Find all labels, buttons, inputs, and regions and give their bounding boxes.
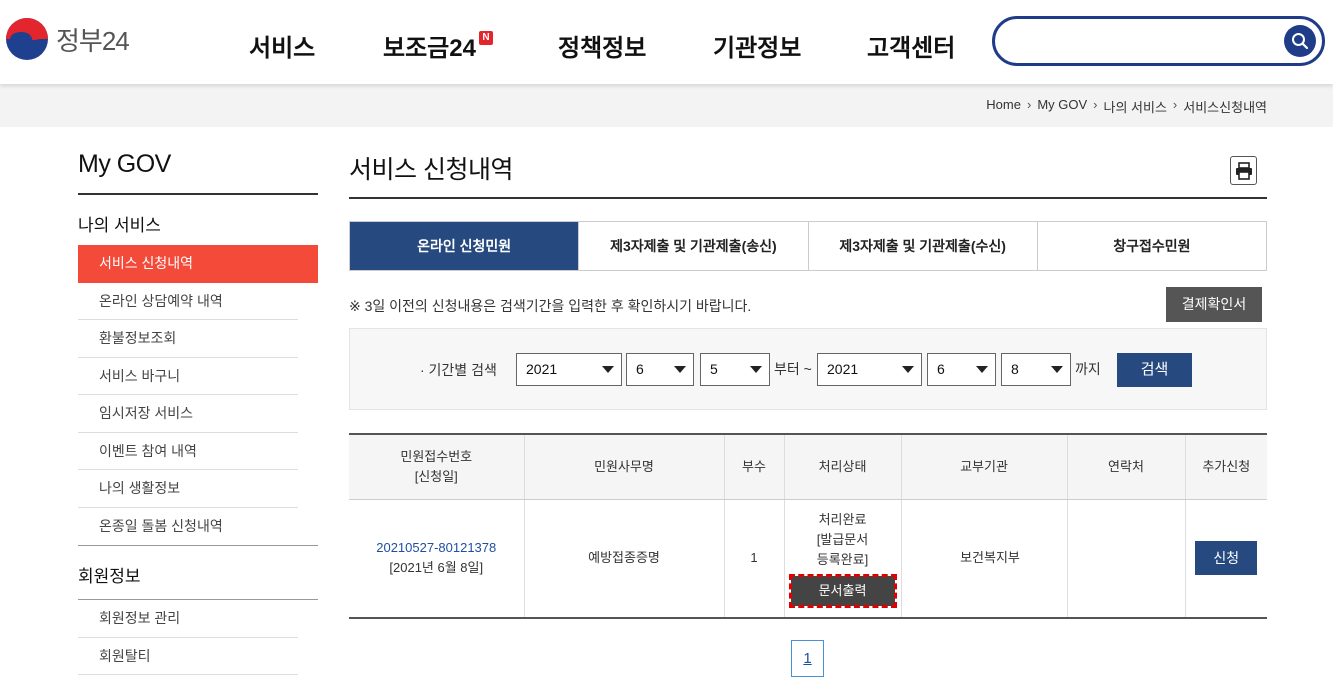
breadcrumb-current[interactable]: 서비스신청내역 <box>1183 97 1267 116</box>
to-year-value: 2021 <box>827 361 859 377</box>
chevron-down-icon <box>602 366 614 373</box>
col-copies: 부수 <box>723 434 784 500</box>
tab-online-application[interactable]: 온라인 신청민원 <box>350 222 579 270</box>
sidebar-section-my-service: 나의 서비스 <box>78 216 161 235</box>
col-receipt-no-label: 민원접수번호 <box>400 448 473 464</box>
notice-text: ※ 3일 이전의 신청내용은 검색기간을 입력한 후 확인하시기 바랍니다. <box>349 298 752 314</box>
receipt-number-link[interactable]: 20210527-80121378 <box>376 540 496 555</box>
col-additional: 추가신청 <box>1184 434 1267 500</box>
breadcrumb: Home › My GOV › 나의 서비스 › 서비스신청내역 <box>986 97 1267 116</box>
nav-subsidy-label: 보조금24 <box>383 35 476 62</box>
main-content: 서비스 신청내역 온라인 신청민원 제3자제출 및 기관제출(송신) 제3자제출… <box>349 150 1267 677</box>
col-agency: 교부기관 <box>900 434 1067 500</box>
page-title: 서비스 신청내역 <box>349 150 1267 199</box>
sidebar-item-consult-reservation[interactable]: 온라인 상담예약 내역 <box>78 283 298 320</box>
chevron-down-icon <box>1051 366 1063 373</box>
from-month-value: 6 <box>636 361 644 377</box>
application-date: [2021년 6월 8일] <box>389 560 484 576</box>
search-icon <box>1292 33 1309 50</box>
sidebar-item-withdraw[interactable]: 회원탈티 <box>78 638 298 675</box>
tab-counter-application[interactable]: 창구접수민원 <box>1036 222 1266 270</box>
filter-label: · 기간별 검색 <box>420 362 497 378</box>
chevron-down-icon <box>976 366 988 373</box>
col-service: 민원사무명 <box>523 434 724 500</box>
from-month-select[interactable]: 6 <box>626 353 694 386</box>
col-date-label: [신청일] <box>414 468 458 484</box>
sidebar-item-care[interactable]: 온종일 돌봄 신청내역 <box>78 508 298 546</box>
breadcrumb-my-service[interactable]: 나의 서비스 <box>1104 97 1167 116</box>
chevron-right-icon: › <box>1026 97 1032 112</box>
print-button[interactable] <box>1230 156 1257 185</box>
from-suffix: 부터 ~ <box>774 361 812 377</box>
page-1-link[interactable]: 1 <box>791 640 824 677</box>
logo-text: 정부24 <box>56 25 130 56</box>
new-badge: N <box>478 31 493 45</box>
sidebar-item-life-info[interactable]: 나의 생활정보 <box>78 470 298 508</box>
breadcrumb-mygov[interactable]: My GOV <box>1037 97 1087 116</box>
nav-policy[interactable]: 정책정보 <box>558 28 646 63</box>
cell-service: 예방접종증명 <box>523 499 724 619</box>
status-text-1: 처리완료 <box>818 512 867 528</box>
sidebar-item-service-history[interactable]: 서비스 신청내역 <box>78 245 318 283</box>
taegeuk-logo-icon <box>6 18 48 60</box>
nav-subsidy[interactable]: 보조금24 N <box>383 28 493 63</box>
tab-bar: 온라인 신청민원 제3자제출 및 기관제출(송신) 제3자제출 및 기관제출(수… <box>349 221 1267 271</box>
to-month-value: 6 <box>937 361 945 377</box>
sidebar-section-member: 회원정보 <box>78 546 318 600</box>
to-year-select[interactable]: 2021 <box>817 353 922 386</box>
cell-receipt: 20210527-80121378 [2021년 6월 8일] <box>349 499 524 619</box>
status-text-2: [발급문서 <box>816 532 869 548</box>
tab-third-party-sent[interactable]: 제3자제출 및 기관제출(송신) <box>578 222 807 270</box>
chevron-right-icon: › <box>1172 97 1178 112</box>
col-receipt-no: 민원접수번호 [신청일] <box>349 434 524 500</box>
from-year-value: 2021 <box>526 361 558 377</box>
cell-contact <box>1066 499 1185 619</box>
printer-icon <box>1236 162 1252 180</box>
table-header-row: 민원접수번호 [신청일] 민원사무명 부수 처리상태 교부기관 연락처 추가신청 <box>349 434 1267 500</box>
document-print-button[interactable]: 문서출력 <box>788 574 897 609</box>
cell-status: 처리완료 [발급문서 등록완료] 문서출력 <box>783 499 901 619</box>
cell-copies: 1 <box>723 499 784 619</box>
chevron-down-icon <box>674 366 686 373</box>
nav-agency[interactable]: 기관정보 <box>713 28 801 63</box>
search-input[interactable] <box>992 16 1325 66</box>
sidebar-item-member-manage[interactable]: 회원정보 관리 <box>78 600 298 638</box>
to-day-select[interactable]: 8 <box>1001 353 1071 386</box>
sidebar-item-temp-saved[interactable]: 임시저장 서비스 <box>78 395 298 433</box>
apply-button[interactable]: 신청 <box>1195 541 1258 576</box>
col-status: 처리상태 <box>783 434 901 500</box>
gov24-logo[interactable]: 정부24 <box>6 18 130 60</box>
from-day-value: 5 <box>710 361 718 377</box>
cell-agency: 보건복지부 <box>900 499 1067 619</box>
breadcrumb-bar: Home › My GOV › 나의 서비스 › 서비스신청내역 <box>0 84 1333 127</box>
period-search-button[interactable]: 검색 <box>1117 353 1192 387</box>
chevron-down-icon <box>902 366 914 373</box>
tab-third-party-received[interactable]: 제3자제출 및 기관제출(수신) <box>807 222 1037 270</box>
sidebar: My GOV 나의 서비스 서비스 신청내역 온라인 상담예약 내역 환불정보조… <box>78 150 318 675</box>
status-text-3: 등록완료] <box>816 552 869 568</box>
site-header: 정부24 서비스 보조금24 N 정책정보 기관정보 고객센터 <box>0 0 1333 84</box>
chevron-down-icon <box>750 366 762 373</box>
table-row: 20210527-80121378 [2021년 6월 8일] 예방접종증명 1… <box>349 499 1267 619</box>
period-filter: · 기간별 검색 2021 6 5 부터 ~ 2021 6 8 까지 검색 <box>349 328 1267 410</box>
from-year-select[interactable]: 2021 <box>516 353 622 386</box>
col-contact: 연락처 <box>1066 434 1185 500</box>
to-month-select[interactable]: 6 <box>927 353 996 386</box>
sidebar-item-refund[interactable]: 환불정보조회 <box>78 320 298 358</box>
application-table: 민원접수번호 [신청일] 민원사무명 부수 처리상태 교부기관 연락처 추가신청 … <box>349 433 1267 619</box>
sidebar-item-event[interactable]: 이벤트 참여 내역 <box>78 433 298 470</box>
search-button[interactable] <box>1284 25 1316 57</box>
to-suffix: 까지 <box>1075 361 1101 377</box>
nav-customer[interactable]: 고객센터 <box>867 28 955 63</box>
cell-additional: 신청 <box>1184 499 1267 619</box>
sidebar-item-basket[interactable]: 서비스 바구니 <box>78 358 298 395</box>
sidebar-title: My GOV <box>78 150 318 195</box>
chevron-right-icon: › <box>1093 97 1098 112</box>
breadcrumb-home[interactable]: Home <box>986 97 1021 116</box>
payment-confirm-button[interactable]: 결제확인서 <box>1166 287 1262 322</box>
from-day-select[interactable]: 5 <box>700 353 770 386</box>
nav-services[interactable]: 서비스 <box>249 28 315 63</box>
to-day-value: 8 <box>1011 361 1019 377</box>
